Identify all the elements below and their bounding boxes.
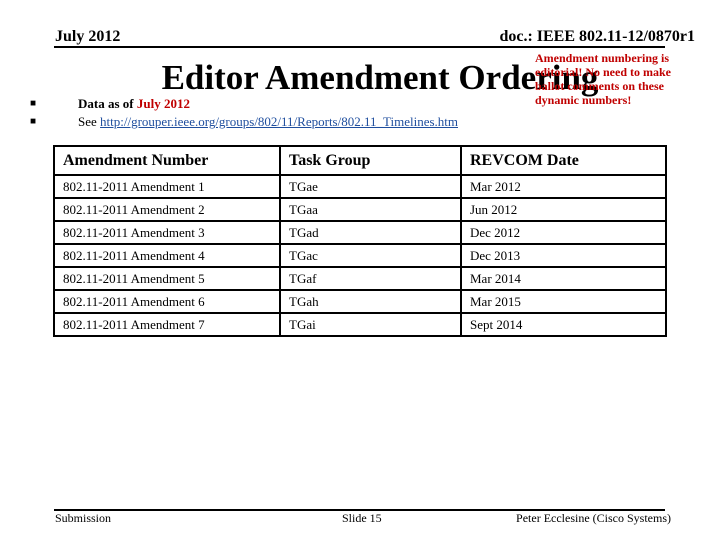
task-group-cell: TGah [279, 289, 462, 314]
task-group-cell: TGai [279, 312, 462, 337]
table-row: 802.11-2011 Amendment 4 TGac Dec 2013 [53, 243, 667, 268]
amendment-number-cell: 802.11-2011 Amendment 5 [53, 266, 281, 291]
amendment-number-cell: 802.11-2011 Amendment 4 [53, 243, 281, 268]
document-id: doc.: IEEE 802.11-12/0870r1 [499, 28, 695, 45]
task-group-cell: TGaa [279, 197, 462, 222]
revcom-date-cell: Mar 2012 [460, 174, 667, 199]
timelines-link[interactable]: http://grouper.ieee.org/groups/802/11/Re… [100, 114, 458, 129]
table-row: 802.11-2011 Amendment 3 TGad Dec 2012 [53, 220, 667, 245]
revcom-date-cell: Dec 2013 [460, 243, 667, 268]
task-group-cell: TGac [279, 243, 462, 268]
footer-submission: Submission [55, 511, 112, 525]
amendment-number-cell: 802.11-2011 Amendment 3 [53, 220, 281, 245]
task-group-cell: TGaf [279, 266, 462, 291]
table-row: 802.11-2011 Amendment 5 TGaf Mar 2014 [53, 266, 667, 291]
header-divider [54, 46, 665, 48]
task-group-cell: TGae [279, 174, 462, 199]
amendment-table: Amendment Number Task Group REVCOM Date … [53, 145, 667, 337]
revcom-date-cell: Jun 2012 [460, 197, 667, 222]
table-row: 802.11-2011 Amendment 6 TGah Mar 2015 [53, 289, 667, 314]
amendment-number-cell: 802.11-2011 Amendment 1 [53, 174, 281, 199]
revcom-date-cell: Dec 2012 [460, 220, 667, 245]
column-header-amendment-number: Amendment Number [53, 145, 281, 176]
revcom-date-cell: Mar 2014 [460, 266, 667, 291]
amendment-number-cell: 802.11-2011 Amendment 6 [53, 289, 281, 314]
revcom-date-cell: Mar 2015 [460, 289, 667, 314]
footer-author: Peter Ecclesine (Cisco Systems) [516, 511, 671, 525]
amendment-number-cell: 802.11-2011 Amendment 7 [53, 312, 281, 337]
table-row: 802.11-2011 Amendment 7 TGai Sept 2014 [53, 312, 667, 337]
amendment-number-cell: 802.11-2011 Amendment 2 [53, 197, 281, 222]
column-header-task-group: Task Group [279, 145, 462, 176]
data-as-of-date: July 2012 [136, 96, 190, 111]
editorial-note: Amendment numbering is editorial! No nee… [535, 51, 671, 107]
column-header-revcom-date: REVCOM Date [460, 145, 667, 176]
bullet-icon: ■ [30, 98, 37, 109]
data-as-of-label: Data as of [78, 96, 137, 111]
see-label: See [78, 114, 101, 129]
bullet-icon: ■ [30, 116, 37, 127]
table-row: 802.11-2011 Amendment 1 TGae Mar 2012 [53, 174, 667, 199]
table-row: 802.11-2011 Amendment 2 TGaa Jun 2012 [53, 197, 667, 222]
footer-slide-number: Slide 15 [342, 511, 382, 525]
header-date: July 2012 [55, 28, 121, 45]
revcom-date-cell: Sept 2014 [460, 312, 667, 337]
table-header-row: Amendment Number Task Group REVCOM Date [53, 145, 667, 176]
task-group-cell: TGad [279, 220, 462, 245]
